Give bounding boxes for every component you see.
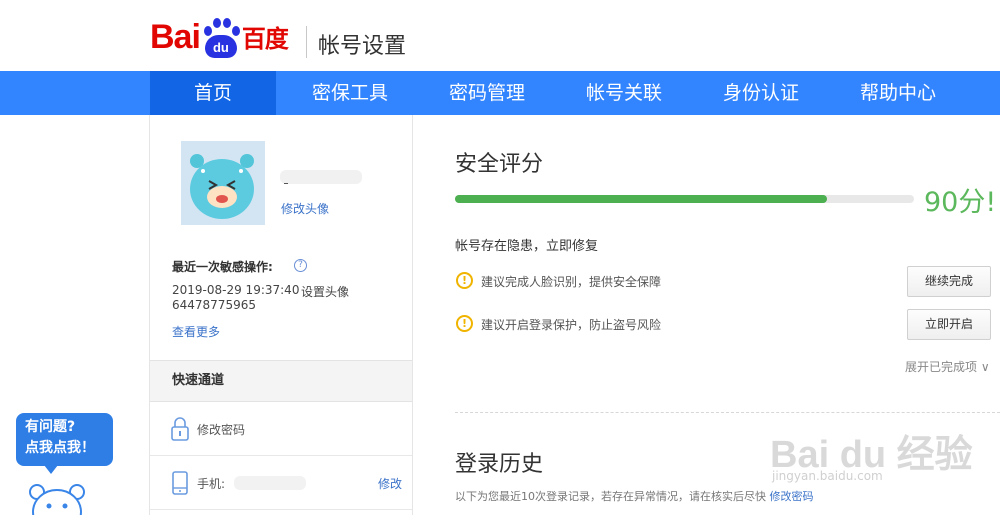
- nav-item-password[interactable]: 密码管理: [424, 71, 550, 115]
- phone-redacted: [234, 476, 306, 490]
- main-nav: 首页 密保工具 密码管理 帐号关联 身份认证 帮助中心: [0, 71, 1000, 115]
- username-redacted: [280, 170, 362, 184]
- baidu-jingyan-watermark: Bai du 经验 jingyan.baidu.com: [770, 405, 995, 505]
- nav-item-home[interactable]: 首页: [150, 71, 276, 115]
- watermark-url: jingyan.baidu.com: [772, 469, 883, 483]
- security-score-title: 安全评分: [455, 152, 544, 177]
- see-more-link[interactable]: 查看更多: [172, 323, 220, 340]
- login-history-desc: 以下为您最近10次登录记录，若存在异常情况，请在核实后尽快 修改密码: [455, 488, 814, 504]
- enable-now-button[interactable]: 立即开启: [907, 309, 991, 340]
- security-progress-bar: [455, 195, 914, 203]
- quick-row-label: 手机:: [197, 477, 226, 491]
- site-title: 帐号设置: [318, 34, 407, 59]
- quick-row-label: 修改密码: [197, 423, 246, 437]
- profile-panel: 修改头像 最近一次敏感操作: ? 2019-08-29 19:37:40 设置头…: [149, 115, 413, 515]
- logo-text-bai: Bai: [150, 18, 201, 56]
- recent-operation-action: 设置头像: [301, 285, 350, 299]
- lock-icon: [170, 416, 190, 442]
- continue-button[interactable]: 继续完成: [907, 266, 991, 297]
- nav-item-help[interactable]: 帮助中心: [835, 71, 961, 115]
- username-separator: [284, 183, 288, 184]
- edit-avatar-link[interactable]: 修改头像: [281, 200, 329, 217]
- warning-icon: !: [456, 315, 473, 332]
- logo-divider: [306, 26, 307, 58]
- logo-text-du: du: [204, 35, 237, 58]
- question-icon[interactable]: ?: [294, 259, 307, 272]
- mascot-icon[interactable]: [25, 478, 89, 515]
- nav-item-identity[interactable]: 身份认证: [698, 71, 824, 115]
- edit-phone-link[interactable]: 修改: [378, 475, 402, 492]
- help-widget-button[interactable]: 有问题? 点我点我！: [16, 413, 113, 474]
- expand-completed-link[interactable]: 展开已完成项 ∨: [905, 358, 990, 375]
- nav-item-security-tools[interactable]: 密保工具: [287, 71, 413, 115]
- nav-item-account-link[interactable]: 帐号关联: [561, 71, 687, 115]
- recent-operation-title: 最近一次敏感操作:: [172, 260, 273, 274]
- paw-icon: du: [201, 18, 241, 58]
- risk-title: 帐号存在隐患，立即修复: [455, 239, 599, 254]
- recent-operation-time: 2019-08-29 19:37:40: [172, 283, 300, 297]
- help-widget-line2: 点我点我！: [25, 440, 95, 456]
- suggestion-text: 建议开启登录保护，防止盗号风险: [481, 318, 662, 332]
- logo-text-cn: 百度: [241, 25, 289, 53]
- avatar[interactable]: [181, 141, 265, 225]
- login-history-title: 登录历史: [455, 452, 544, 477]
- quick-row-phone: 手机: 修改: [150, 456, 412, 510]
- phone-icon: [170, 470, 190, 496]
- security-progress-fill: [455, 195, 827, 203]
- baidu-logo[interactable]: Bai du 百度: [150, 12, 289, 58]
- security-score-value: 90分!: [924, 187, 997, 218]
- recent-operation-id: 64478775965: [172, 298, 256, 312]
- suggestion-text: 建议完成人脸识别，提供安全保障: [481, 275, 662, 289]
- quick-access-title: 快速通道: [150, 360, 412, 402]
- help-widget-line1: 有问题?: [25, 419, 76, 435]
- warning-icon: !: [456, 272, 473, 289]
- quick-row-change-password[interactable]: 修改密码: [150, 402, 412, 456]
- header: Bai du 百度 帐号设置: [0, 0, 1000, 71]
- login-history-desc-text: 以下为您最近10次登录记录，若存在异常情况，请在核实后尽快: [455, 490, 766, 503]
